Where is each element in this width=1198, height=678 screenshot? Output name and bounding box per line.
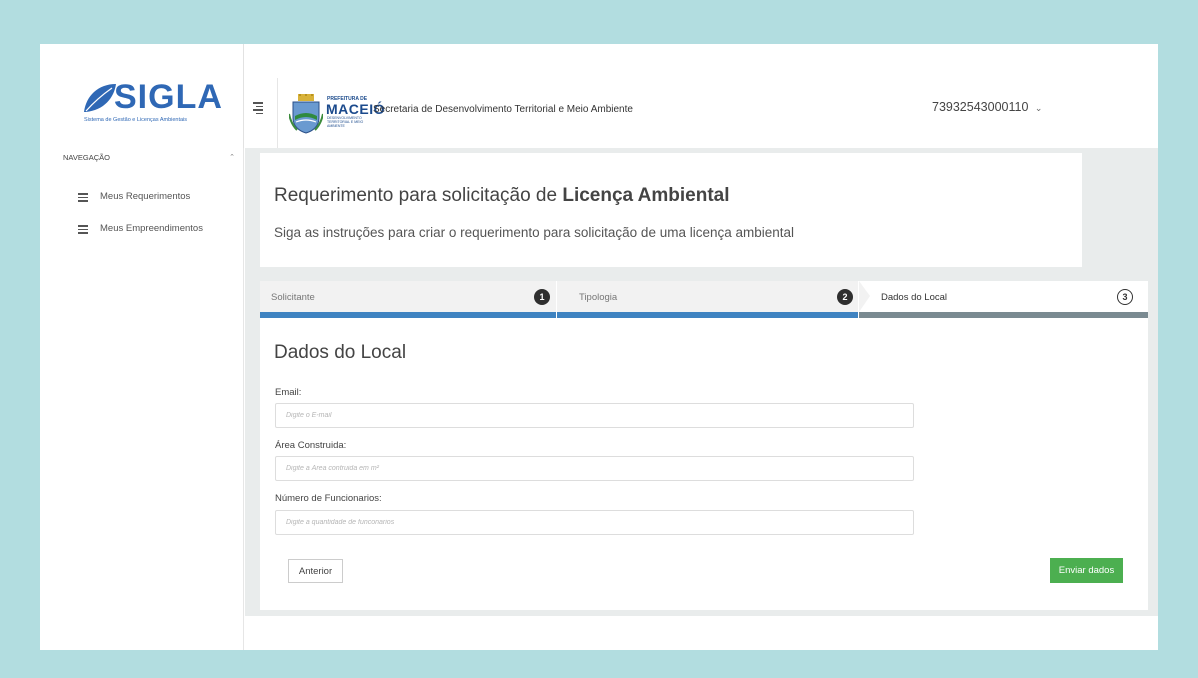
chevron-up-icon: ⌃ [229,154,235,161]
user-account-menu[interactable]: 73932543000110 ⌄ [932,100,1042,114]
wizard-card: Solicitante 1 Tipologia 2 Dados do Local… [260,281,1148,610]
wizard-step-progress-bar [260,312,556,318]
wizard-step-arrow [859,281,870,312]
email-field[interactable] [275,403,914,428]
header-divider [277,78,278,148]
leaf-logo-icon [84,84,116,112]
wizard-step-tipologia[interactable]: Tipologia 2 [557,281,858,318]
wizard-steps: Solicitante 1 Tipologia 2 Dados do Local… [260,281,1148,318]
main-content: Requerimento para solicitação de Licença… [245,148,1158,616]
list-icon [78,225,88,236]
numero-funcionarios-label: Número de Funcionarios: [275,493,382,504]
secretaria-title: Secretaria de Desenvolvimento Territoria… [373,104,633,115]
sidebar-heading: NAVEGAÇÃO [63,153,110,162]
wizard-step-dados-do-local[interactable]: Dados do Local 3 [859,281,1148,318]
list-icon [78,193,88,204]
wizard-step-number: 1 [534,289,550,305]
wizard-step-number: 3 [1117,289,1133,305]
wizard-step-label: Tipologia [579,292,618,303]
submit-button[interactable]: Enviar dados [1050,558,1123,583]
wizard-step-progress-bar [557,312,858,318]
prefeitura-department: DESENVOLVIMENTO TERRITORIAL E MEIO AMBIE… [327,116,364,128]
numero-funcionarios-field[interactable] [275,510,914,535]
sidebar-section-header[interactable]: NAVEGAÇÃO ⌃ [63,153,235,162]
wizard-step-number: 2 [837,289,853,305]
wizard-step-label: Dados do Local [881,292,948,303]
area-construida-label: Área Construida: [275,440,347,451]
page-subtitle: Siga as instruções para criar o requerim… [274,225,795,240]
menu-toggle-icon[interactable] [253,102,263,116]
wizard-step-progress-bar [859,312,1148,318]
top-header: SIGLA Sistema de Gestão e Licenças Ambie… [40,44,1158,148]
chevron-down-icon: ⌄ [1034,103,1043,113]
page-title-prefix: Requerimento para solicitação de [274,185,563,206]
wizard-step-solicitante[interactable]: Solicitante 1 [260,281,556,318]
page-header-card: Requerimento para solicitação de Licença… [260,153,1082,267]
page-title: Requerimento para solicitação de Licença… [274,185,730,207]
form-title: Dados do Local [274,342,407,363]
page-title-emphasis: Licença Ambiental [562,185,730,206]
app-window: SIGLA Sistema de Gestão e Licenças Ambie… [40,44,1158,650]
user-id: 73932543000110 [932,100,1029,114]
logo-text: SIGLA [114,78,223,116]
logo-area[interactable]: SIGLA Sistema de Gestão e Licenças Ambie… [40,44,244,148]
previous-button[interactable]: Anterior [288,559,343,583]
sidebar: NAVEGAÇÃO ⌃ Meus Requerimentos Meus Empr… [40,148,244,650]
logo-subtitle: Sistema de Gestão e Licenças Ambientais [84,117,188,123]
sidebar-item-label: Meus Empreendimentos [100,223,203,234]
city-crest-icon [289,94,323,134]
sidebar-item-label: Meus Requerimentos [100,191,191,202]
area-construida-field[interactable] [275,456,914,481]
wizard-step-label: Solicitante [271,292,315,303]
email-label: Email: [275,387,302,398]
